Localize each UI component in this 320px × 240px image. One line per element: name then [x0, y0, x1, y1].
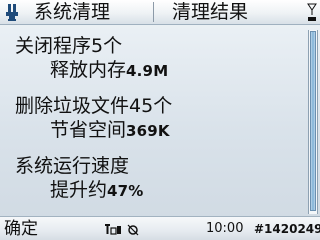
freed-memory-value: 4.9M	[126, 62, 169, 80]
app-title: 系统清理	[34, 1, 111, 23]
deleted-files-value: 45个	[129, 95, 173, 117]
softkey-bar: 确定 10:00 #1420249	[0, 216, 320, 240]
speed-improvement-label: 提升约	[50, 179, 108, 201]
speed-improvement-value: 47%	[107, 182, 144, 200]
freed-memory-label: 释放内存	[50, 59, 127, 81]
signal-icon	[307, 3, 317, 21]
app-icon	[6, 4, 18, 21]
screen: 系统清理 清理结果 关闭程序5个 释放内存4.9M 删除垃圾文件45个 节省空间…	[0, 0, 320, 240]
watermark-id: #1420249	[254, 222, 320, 236]
title-divider	[153, 2, 154, 22]
page-title: 清理结果	[172, 1, 249, 23]
deleted-files-row: 删除垃圾文件45个	[15, 94, 172, 118]
closed-apps-value: 5个	[91, 35, 123, 57]
speed-improvement-row: 提升约47%	[50, 178, 144, 203]
saved-space-label: 节省空间	[50, 119, 127, 141]
cleanup-results: 关闭程序5个 释放内存4.9M 删除垃圾文件45个 节省空间369K 系统运行速…	[0, 25, 320, 216]
status-icons	[105, 224, 139, 236]
closed-apps-label: 关闭程序	[15, 35, 92, 57]
system-speed-label: 系统运行速度	[15, 155, 130, 177]
system-speed-row: 系统运行速度	[15, 154, 129, 178]
clock: 10:00	[206, 221, 244, 236]
saved-space-value: 369K	[126, 122, 170, 140]
saved-space-row: 节省空间369K	[50, 118, 170, 143]
scrollbar[interactable]	[308, 30, 318, 214]
freed-memory-row: 释放内存4.9M	[50, 58, 168, 83]
deleted-files-label: 删除垃圾文件	[15, 95, 130, 117]
closed-apps-row: 关闭程序5个	[15, 34, 122, 58]
title-bar: 系统清理 清理结果	[0, 0, 320, 25]
ok-button[interactable]: 确定	[4, 217, 38, 240]
scrollbar-thumb[interactable]	[310, 31, 316, 211]
